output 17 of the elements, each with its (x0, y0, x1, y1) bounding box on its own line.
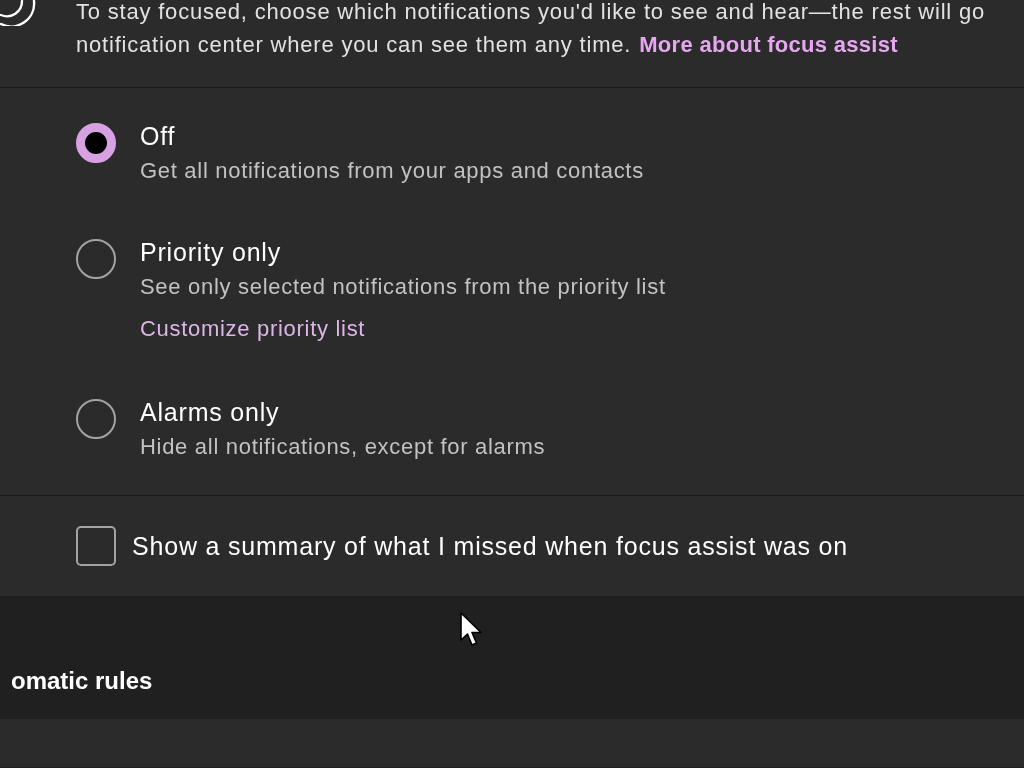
checkbox[interactable] (76, 526, 116, 566)
option-description: Hide all notifications, except for alarms (140, 433, 546, 461)
option-title: Off (140, 121, 177, 151)
radio-button[interactable] (76, 123, 116, 163)
radio-button[interactable] (76, 239, 116, 279)
option-description: Get all notifications from your apps and contacts (140, 157, 644, 185)
option-title: Priority only (140, 237, 282, 267)
moon-icon (0, 0, 36, 26)
option-description: See only selected notifications from the priority list (140, 273, 666, 301)
checkbox-label: Show a summary of what I missed when focus assist was on (132, 531, 848, 561)
option-title: Alarms only (140, 397, 281, 427)
more-about-link[interactable]: More about focus assist (639, 32, 898, 57)
intro-paragraph: To stay focused, choose which notifications you'd like to see and hear—the rest will go notification center where you can see them any time. More about focus assist (76, 0, 986, 59)
section-heading: omatic rules (11, 666, 154, 696)
customize-link[interactable]: Customize priority list (140, 315, 366, 343)
mouse-pointer-icon (460, 612, 484, 648)
radio-button[interactable] (76, 399, 116, 439)
